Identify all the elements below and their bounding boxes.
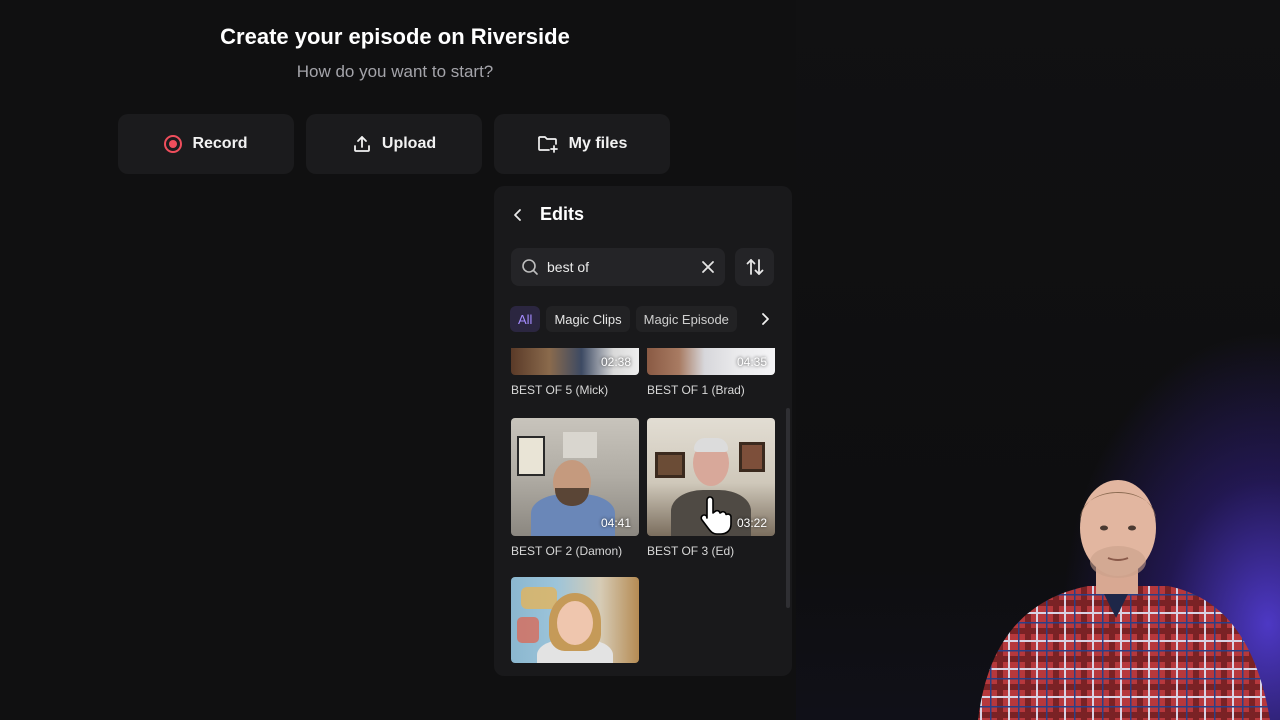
- hand-cursor-icon: [697, 496, 733, 536]
- edit-card-brad[interactable]: 04:35 BEST OF 1 (Brad): [647, 348, 775, 397]
- edit-thumbnail[interactable]: 04:35: [647, 348, 775, 375]
- filters-scroll-right[interactable]: [752, 306, 778, 332]
- panel-header: Edits: [512, 204, 584, 225]
- map-region: [521, 587, 557, 609]
- edit-card-ed[interactable]: 03:22 BEST OF 3 (Ed): [647, 418, 775, 558]
- map-region: [517, 617, 539, 643]
- sort-arrows-icon: [745, 257, 765, 277]
- page-title: Create your episode on Riverside: [220, 24, 570, 49]
- edit-card-mick[interactable]: 02:38 BEST OF 5 (Mick): [511, 348, 639, 397]
- edit-title: BEST OF 5 (Mick): [511, 383, 609, 397]
- upload-button-label: Upload: [381, 135, 437, 152]
- edit-title: BEST OF 3 (Ed): [647, 544, 735, 558]
- upload-button[interactable]: Upload: [306, 114, 482, 174]
- search-icon: [521, 258, 539, 276]
- filter-chip-all[interactable]: All: [510, 306, 541, 332]
- hair: [694, 438, 728, 452]
- edit-duration: 02:38: [600, 355, 631, 369]
- edit-duration: 03:22: [736, 516, 767, 530]
- panel-title: Edits: [540, 204, 585, 224]
- panel-scrollbar[interactable]: [786, 408, 790, 608]
- record-button-label: Record: [192, 135, 248, 152]
- search-input[interactable]: best of: [511, 248, 725, 286]
- wall-poster: [517, 436, 545, 476]
- my-files-button-label: My files: [568, 135, 628, 152]
- chevron-right-icon: [760, 312, 770, 326]
- presenter-webcam: [958, 478, 1280, 720]
- edits-panel: Edits best of All Magic Clips Magic Epis…: [494, 186, 792, 676]
- edit-thumbnail[interactable]: 03:22: [647, 418, 775, 536]
- filter-chip-magic-clips[interactable]: Magic Clips: [546, 306, 630, 332]
- upload-icon: [352, 134, 372, 154]
- page-subtitle: How do you want to start?: [296, 62, 494, 81]
- record-button[interactable]: Record: [118, 114, 294, 174]
- riverside-app: Create your episode on Riverside How do …: [0, 0, 796, 720]
- wall-frame: [739, 442, 765, 472]
- filter-chip-magic-episode[interactable]: Magic Episode: [635, 306, 737, 332]
- sort-button[interactable]: [735, 248, 774, 286]
- edit-duration: 04:35: [736, 355, 767, 369]
- edit-duration: 04:41: [600, 516, 631, 530]
- my-files-button[interactable]: My files: [494, 114, 670, 174]
- wall-frame: [655, 452, 685, 478]
- edit-card-unnamed[interactable]: [511, 577, 639, 663]
- back-chevron-icon[interactable]: [512, 207, 524, 223]
- edit-thumbnail[interactable]: 02:38: [511, 348, 639, 375]
- edit-thumbnail[interactable]: [511, 577, 639, 663]
- edit-card-damon[interactable]: 04:41 BEST OF 2 (Damon): [511, 418, 639, 558]
- filter-chips: All Magic Clips Magic Episode: [510, 306, 774, 332]
- record-icon: [164, 135, 183, 153]
- video-person: [511, 577, 639, 663]
- edit-thumbnail[interactable]: 04:41: [511, 418, 639, 536]
- wall-frame: [563, 432, 597, 458]
- presenter-figure: [978, 480, 1270, 720]
- edit-title: BEST OF 2 (Damon): [511, 544, 623, 558]
- edit-title: BEST OF 1 (Brad): [647, 383, 745, 397]
- folder-plus-icon: [537, 134, 559, 154]
- edits-grid: 02:38 BEST OF 5 (Mick) 04:35 BEST OF 1 (…: [494, 348, 792, 676]
- clear-search-icon[interactable]: [701, 260, 715, 274]
- search-value[interactable]: best of: [547, 259, 693, 275]
